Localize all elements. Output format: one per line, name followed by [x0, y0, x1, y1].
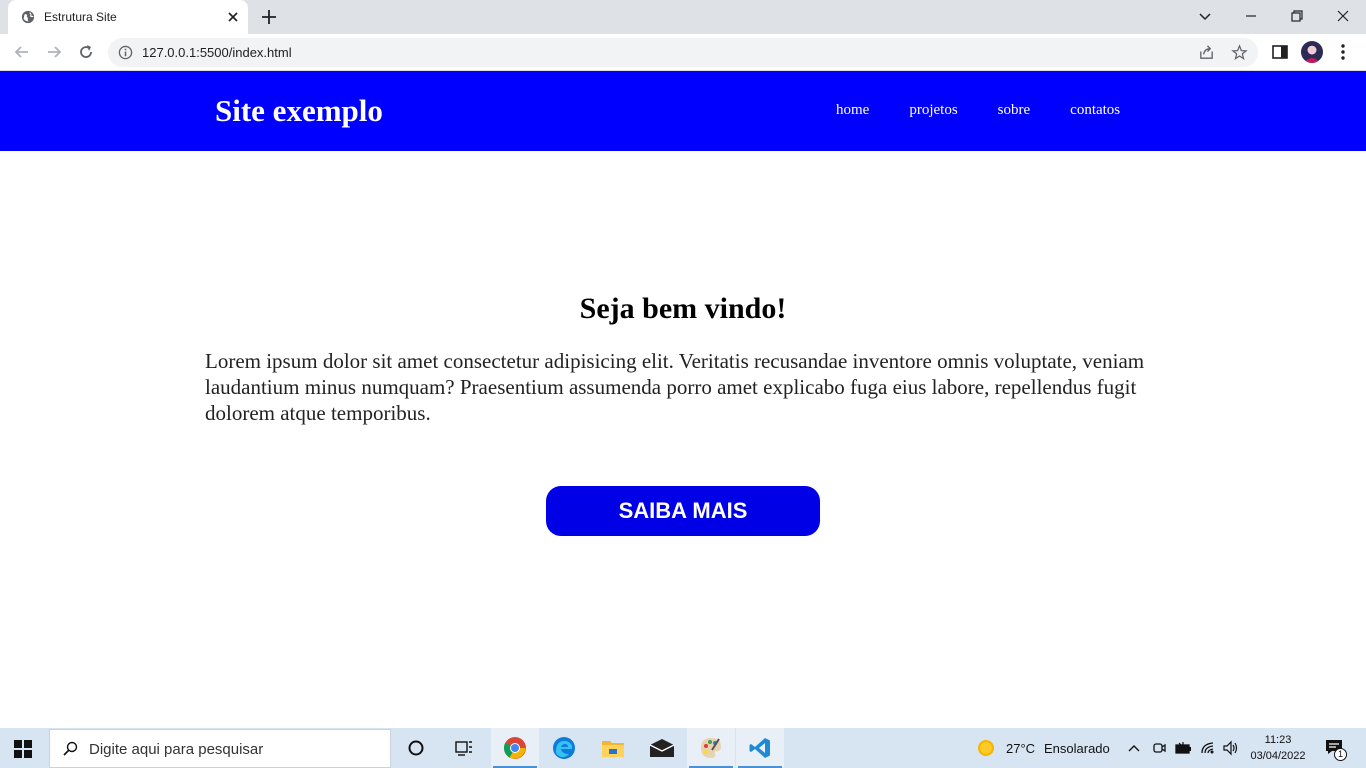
chevron-up-icon[interactable] [1127, 741, 1141, 755]
taskbar-chrome[interactable] [491, 728, 539, 768]
info-icon[interactable] [118, 45, 133, 60]
cortana-circle-icon [408, 740, 424, 756]
nav-link-contatos[interactable]: contatos [1070, 102, 1120, 119]
saiba-mais-button[interactable]: SAIBA MAIS [546, 486, 820, 536]
taskbar-search-box[interactable]: Digite aqui para pesquisar [49, 729, 391, 768]
browser-tab[interactable]: Estrutura Site [8, 0, 248, 34]
volume-icon[interactable] [1222, 740, 1240, 756]
bookmark-star-icon[interactable] [1231, 44, 1248, 61]
tab-search-chevron-icon[interactable] [1195, 6, 1215, 26]
search-placeholder: Digite aqui para pesquisar [89, 741, 264, 758]
paint-palette-icon [701, 738, 721, 758]
reload-icon[interactable] [76, 42, 96, 62]
clock-date: 03/04/2022 [1250, 750, 1306, 762]
taskbar-file-explorer[interactable] [589, 728, 637, 768]
taskbar-edge[interactable] [540, 728, 588, 768]
task-view-button[interactable] [440, 728, 488, 768]
back-arrow-icon[interactable] [12, 42, 32, 62]
search-icon [63, 741, 78, 756]
restore-icon[interactable] [1287, 6, 1307, 26]
weather-description[interactable]: Ensolarado [1044, 741, 1110, 756]
taskbar-vscode[interactable] [736, 728, 784, 768]
url-text[interactable]: 127.0.0.1:5500/index.html [142, 45, 292, 60]
site-logo[interactable]: Site exemplo [215, 93, 383, 129]
nav-link-sobre[interactable]: sobre [998, 102, 1031, 119]
globe-icon [21, 10, 35, 24]
side-panel-icon[interactable] [1270, 42, 1290, 62]
nav-link-projetos[interactable]: projetos [909, 102, 957, 119]
intro-paragraph: Lorem ipsum dolor sit amet consectetur a… [205, 349, 1145, 425]
profile-avatar[interactable] [1301, 41, 1323, 63]
taskbar-mail[interactable] [638, 728, 686, 768]
address-bar[interactable]: 127.0.0.1:5500/index.html [108, 38, 1258, 67]
profile-picture-icon [1304, 45, 1320, 63]
clock-time: 11:23 [1264, 734, 1292, 746]
mail-icon [649, 739, 675, 757]
system-clock[interactable]: 11:23 03/04/2022 [1246, 732, 1310, 764]
nav-link-home[interactable]: home [836, 102, 869, 119]
taskbar-paint[interactable] [687, 728, 735, 768]
site-header: Site exemplo home projetos sobre contato… [0, 71, 1366, 151]
cortana-button[interactable] [392, 728, 440, 768]
browser-toolbar: 127.0.0.1:5500/index.html [0, 34, 1366, 71]
close-window-icon[interactable] [1333, 6, 1353, 26]
notification-center[interactable]: 1 [1324, 738, 1347, 761]
new-tab-icon[interactable] [260, 8, 278, 26]
vscode-icon [749, 738, 770, 758]
site-nav: home projetos sobre contatos [836, 102, 1160, 119]
sun-weather-icon[interactable] [977, 739, 995, 757]
browser-tab-strip: Estrutura Site [0, 0, 1366, 34]
tab-title: Estrutura Site [44, 10, 117, 24]
weather-temperature[interactable]: 27°C [1006, 741, 1035, 756]
battery-icon[interactable] [1174, 740, 1192, 756]
edge-icon [553, 737, 575, 759]
task-view-icon [455, 741, 472, 756]
wifi-icon[interactable] [1200, 740, 1216, 756]
windows-start-icon[interactable] [14, 740, 32, 758]
meet-now-icon[interactable] [1151, 740, 1167, 756]
share-icon[interactable] [1198, 44, 1215, 61]
more-menu-icon[interactable] [1333, 42, 1353, 62]
close-tab-icon[interactable] [225, 9, 241, 25]
minimize-icon[interactable] [1241, 6, 1261, 26]
windows-taskbar: Digite aqui para pesquisar 27°C Ensolara… [0, 728, 1366, 768]
forward-arrow-icon[interactable] [44, 42, 64, 62]
chrome-icon [504, 737, 526, 759]
notification-badge: 1 [1334, 748, 1347, 761]
welcome-heading: Seja bem vindo! [579, 292, 787, 325]
folder-icon [602, 741, 624, 757]
